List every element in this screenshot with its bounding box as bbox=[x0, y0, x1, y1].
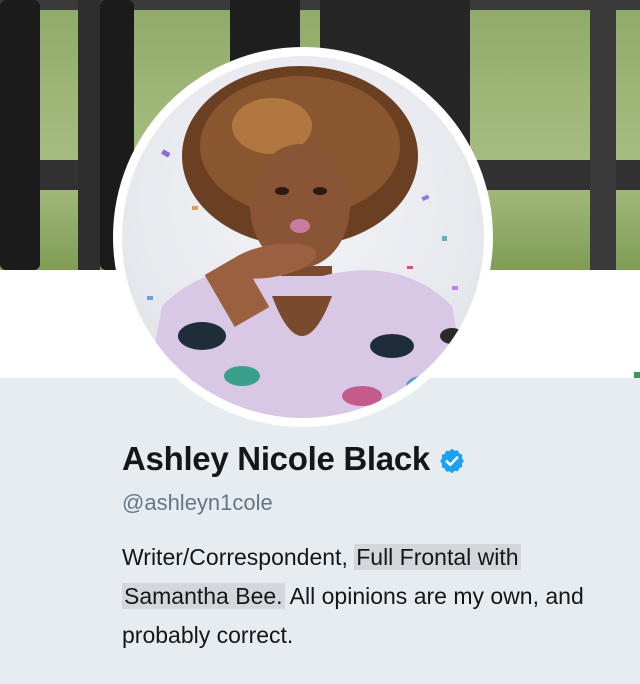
profile-bio: Writer/Correspondent, Full Frontal with S… bbox=[122, 538, 592, 655]
leg bbox=[0, 0, 40, 270]
profile-name[interactable]: Ashley Nicole Black bbox=[122, 440, 430, 478]
edge-accent bbox=[634, 372, 640, 378]
profile-info: Ashley Nicole Black @ashleyn1cole Writer… bbox=[122, 440, 622, 655]
avatar[interactable] bbox=[122, 56, 484, 418]
profile-handle[interactable]: @ashleyn1cole bbox=[122, 490, 622, 516]
bio-link[interactable]: Samantha Bee. bbox=[122, 583, 285, 609]
avatar-illustration bbox=[142, 66, 472, 418]
fence-post bbox=[78, 0, 100, 270]
name-row: Ashley Nicole Black bbox=[122, 440, 622, 478]
bio-link[interactable]: Full Frontal with bbox=[354, 544, 521, 570]
verified-badge-icon bbox=[440, 448, 464, 474]
fence-post bbox=[590, 0, 616, 270]
bio-text: Writer/Correspondent, bbox=[122, 544, 355, 570]
